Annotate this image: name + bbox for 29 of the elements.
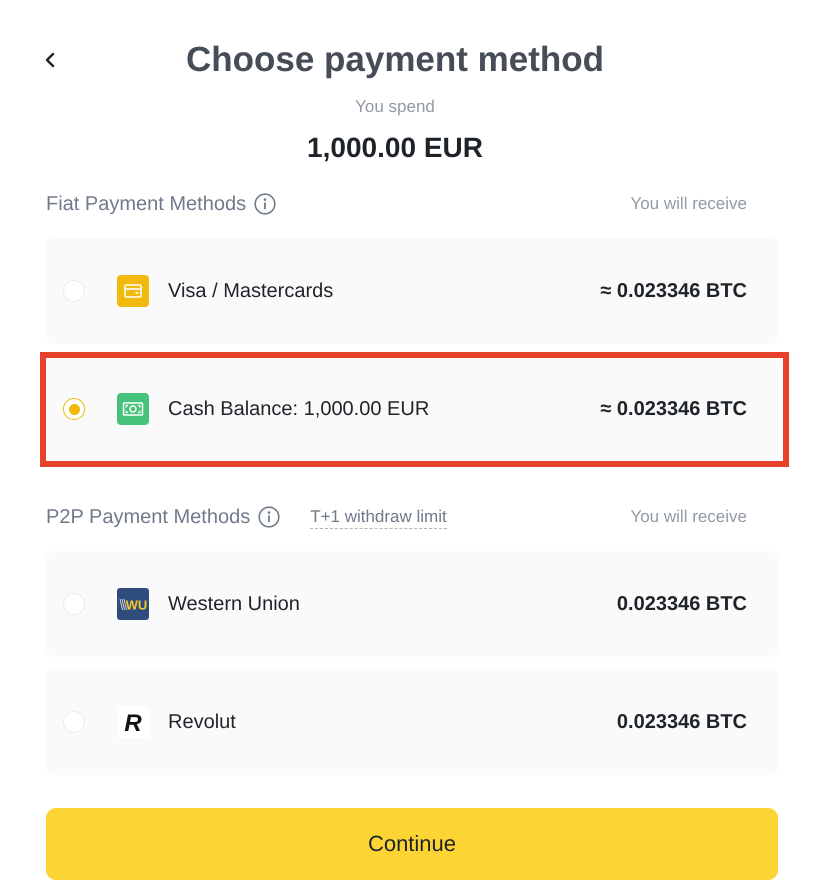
receive-amount: ≈ 0.023346 BTC [600,397,747,422]
receive-amount: ≈ 0.023346 BTC [600,279,747,304]
radio-button[interactable] [63,398,85,420]
banknote-icon [117,393,149,425]
method-name: Visa / Mastercards [168,279,334,304]
section-title: Fiat Payment Methods [46,192,246,217]
withdraw-limit-link[interactable]: T+1 withdraw limit [310,506,447,528]
info-icon[interactable] [258,506,280,528]
card-icon [117,275,149,307]
payment-option-card[interactable]: R Revolut 0.023346 BTC [46,669,778,775]
spend-amount: 1,000.00 EUR [307,131,483,165]
continue-button[interactable]: Continue [46,808,778,880]
info-icon[interactable] [254,193,276,215]
receive-amount: 0.023346 BTC [616,592,747,617]
revolut-logo-icon: R [117,706,149,738]
section-title: P2P Payment Methods [46,505,250,530]
receive-label: You will receive [630,193,747,215]
payment-option-card[interactable]: WU Western Union 0.023346 BTC [46,551,778,657]
back-button[interactable] [44,52,56,68]
method-name: Western Union [168,592,300,617]
receive-label: You will receive [630,506,747,528]
page-title: Choose payment method [184,39,606,81]
spend-label: You spend [355,96,435,118]
payment-option-card[interactable]: Visa / Mastercards ≈ 0.023346 BTC [46,238,778,344]
method-name: Cash Balance: 1,000.00 EUR [168,397,430,422]
chevron-left-icon [44,52,56,68]
western-union-logo-icon: WU [117,588,149,620]
method-name: Revolut [168,710,236,735]
receive-amount: 0.023346 BTC [616,710,747,735]
